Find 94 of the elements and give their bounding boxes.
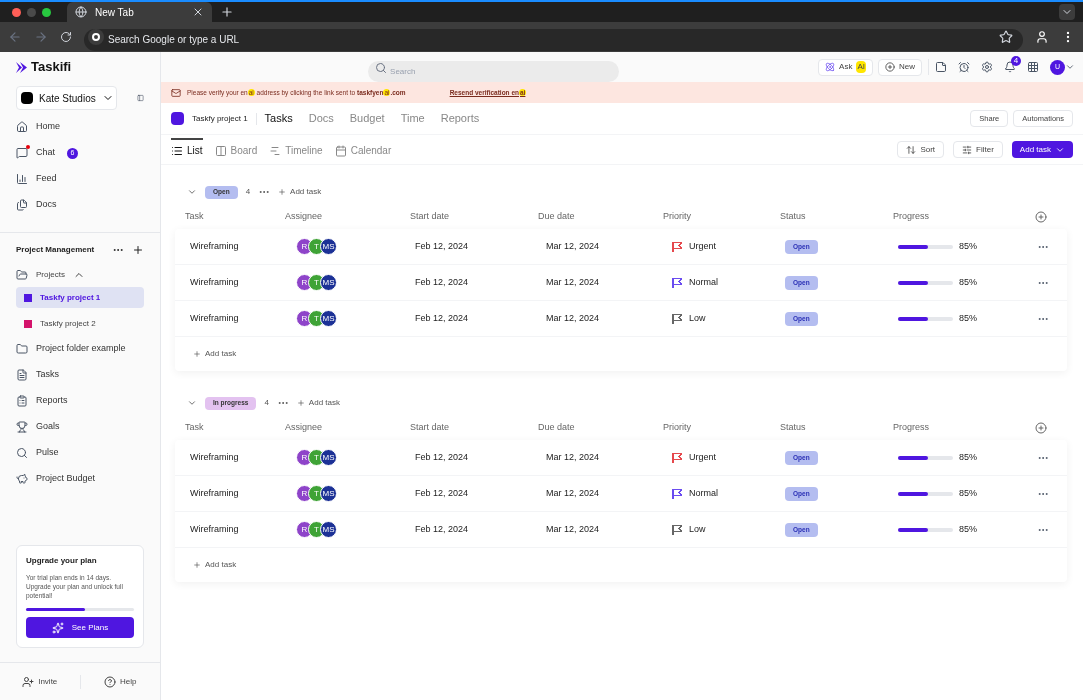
sidebar-item[interactable]: Pulse [0,440,160,466]
column-header: Due date [538,420,576,434]
column-header: Priority [663,209,692,223]
view-tab[interactable]: Timeline [269,137,323,162]
project-item[interactable]: Taskfy project 2 [16,313,144,334]
sort-button[interactable]: Sort [897,141,945,158]
sidebar-item[interactable]: Project folder example [0,336,160,362]
start-date: Feb 12, 2024 [415,450,470,464]
task-count: 4 [245,186,251,198]
task-name[interactable]: Wireframing [190,450,290,465]
priority-label: Urgent [689,450,716,464]
add-task-link[interactable]: Add task [193,559,237,571]
logo-text: Taskifi [31,58,72,77]
column-header: Progress [893,420,930,434]
priority-label: Normal [689,486,718,500]
workspace-selector[interactable]: Kate Studios [16,86,117,110]
task-name[interactable]: Wireframing [190,275,290,290]
view-tab[interactable]: Calendar [334,137,392,162]
add-task-link[interactable]: Add task [193,348,237,360]
priority-label: Normal [689,275,718,289]
section-title: Project Management [16,244,96,256]
start-date: Feb 12, 2024 [415,311,470,325]
due-date: Mar 12, 2024 [545,486,601,500]
task-count: 4 [264,397,269,409]
ask-ai-button[interactable]: Ask AI [818,58,873,76]
column-header: Assignee [285,209,324,223]
column-header: Due date [538,209,576,223]
see-plans-button[interactable]: See Plans [26,617,134,638]
assignee-avatar: MS [320,274,337,291]
assignee-avatar: MS [320,449,337,466]
column-header: Status [780,420,807,434]
new-button[interactable]: New [878,58,922,76]
project-tab[interactable]: Budget [349,110,385,127]
start-date: Feb 12, 2024 [415,522,470,536]
project-tab[interactable]: Time [400,110,425,127]
start-date: Feb 12, 2024 [415,239,470,253]
start-date: Feb 12, 2024 [415,275,470,289]
task-name[interactable]: Wireframing [190,522,290,537]
sidebar-item[interactable]: Projects [0,265,160,285]
column-header: Progress [893,209,930,223]
priority-label: Low [689,522,706,536]
notification-badge: 4 [1011,56,1021,66]
progress-percent: 85% [959,486,977,500]
column-header: Priority [663,420,692,434]
progress-percent: 85% [959,522,977,536]
add-task-link[interactable]: Add task [296,397,340,409]
due-date: Mar 12, 2024 [545,239,601,253]
task-name[interactable]: Wireframing [190,486,290,501]
column-header: Task [185,209,205,223]
add-task-button[interactable]: Add task [1011,141,1073,158]
priority-label: Low [689,311,706,325]
filter-button[interactable]: Filter [953,141,1003,158]
sidebar-item[interactable]: Reports [0,388,160,414]
browser-tab[interactable]: New Tab [67,2,212,22]
column-header: Task [185,420,205,434]
sidebar-item[interactable]: Home [0,114,160,140]
invite-button[interactable]: Invite [0,675,80,688]
project-tab[interactable]: Tasks [264,110,293,127]
assignee-avatar: MS [320,310,337,327]
address-bar[interactable]: Search Google or type a URL [84,28,1023,51]
upgrade-title: Upgrade your plan [26,555,98,567]
due-date: Mar 12, 2024 [545,522,601,536]
search-field[interactable]: Search [368,60,620,82]
due-date: Mar 12, 2024 [545,450,601,464]
assignee-avatar: MS [320,521,337,538]
sidebar-item[interactable]: Project Budget [0,466,160,492]
project-item[interactable]: Taskfy project 1 [16,287,144,308]
sidebar-item[interactable]: Docs [0,192,160,218]
project-name: Taskfy project 1 [192,112,257,125]
due-date: Mar 12, 2024 [545,311,601,325]
assignee-avatar: MS [320,485,337,502]
progress-percent: 85% [959,311,977,325]
progress-percent: 85% [959,275,977,289]
task-name[interactable]: Wireframing [190,311,290,326]
view-tab[interactable]: Board [214,137,258,162]
progress-percent: 85% [959,239,977,253]
sidebar-item[interactable]: Goals [0,414,160,440]
column-header: Status [780,209,807,223]
help-button[interactable]: Help [80,675,160,688]
column-header: Assignee [285,420,324,434]
column-header: Start date [410,420,451,434]
assignee-avatar: MS [320,238,337,255]
view-tab[interactable]: List [171,137,203,162]
project-tab[interactable]: Docs [308,110,334,127]
progress-percent: 85% [959,450,977,464]
due-date: Mar 12, 2024 [545,275,601,289]
column-header: Start date [410,209,451,223]
project-tab[interactable]: Reports [440,110,480,127]
task-name[interactable]: Wireframing [190,239,290,254]
sidebar-item[interactable]: Feed [0,166,160,192]
sidebar-item[interactable]: Tasks [0,362,160,388]
add-task-link[interactable]: Add task [278,186,322,198]
priority-label: Urgent [689,239,716,253]
start-date: Feb 12, 2024 [415,486,470,500]
